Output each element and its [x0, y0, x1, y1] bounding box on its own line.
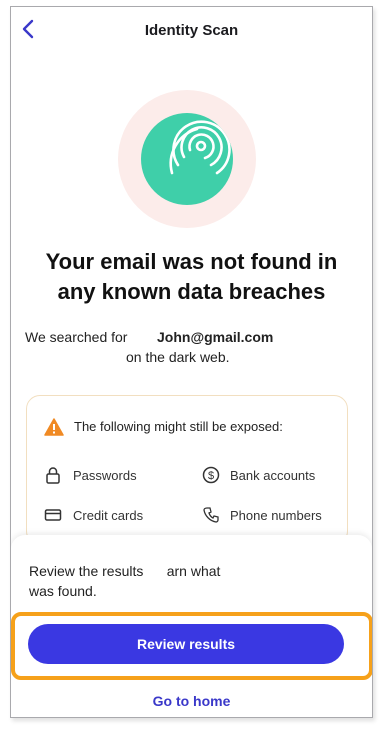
- lock-icon: [46, 467, 60, 484]
- phone-icon: [203, 507, 219, 523]
- exposed-card: The following might still be exposed: Pa…: [26, 395, 348, 545]
- header: Identity Scan: [11, 7, 372, 53]
- headline-line-1: Your email was not found in: [45, 249, 338, 274]
- exposed-title: The following might still be exposed:: [74, 419, 283, 434]
- svg-text:$: $: [208, 470, 214, 482]
- searched-suffix: on the dark web.: [126, 349, 230, 365]
- fingerprint-icon: [141, 113, 233, 205]
- searched-label: We searched for: [25, 329, 128, 345]
- searched-email: John@gmail.com: [157, 329, 274, 345]
- review-prompt-line-2: was found.: [29, 583, 97, 599]
- review-prompt-line-1: Review the results arn what: [29, 563, 221, 579]
- exposed-item-phone-numbers: Phone numbers: [230, 508, 322, 523]
- warning-icon: [44, 418, 64, 436]
- result-headline: Your email was not found in any known da…: [19, 247, 364, 307]
- page-title: Identity Scan: [144, 22, 239, 39]
- exposed-item-passwords: Passwords: [73, 468, 137, 483]
- credit-card-icon: [44, 509, 62, 521]
- exposed-item-bank-accounts: Bank accounts: [230, 468, 316, 483]
- phone-screen: Identity Scan Your email was not found i…: [10, 6, 373, 718]
- headline-line-2: any known data breaches: [57, 279, 326, 304]
- exposed-item-credit-cards: Credit cards: [73, 508, 144, 523]
- review-results-button[interactable]: Review results: [28, 624, 344, 664]
- review-prompt: Review the results arn what was found.: [29, 561, 299, 601]
- hero-circle: [118, 90, 256, 228]
- dollar-icon: $: [202, 466, 220, 484]
- go-to-home-link[interactable]: Go to home: [11, 693, 372, 709]
